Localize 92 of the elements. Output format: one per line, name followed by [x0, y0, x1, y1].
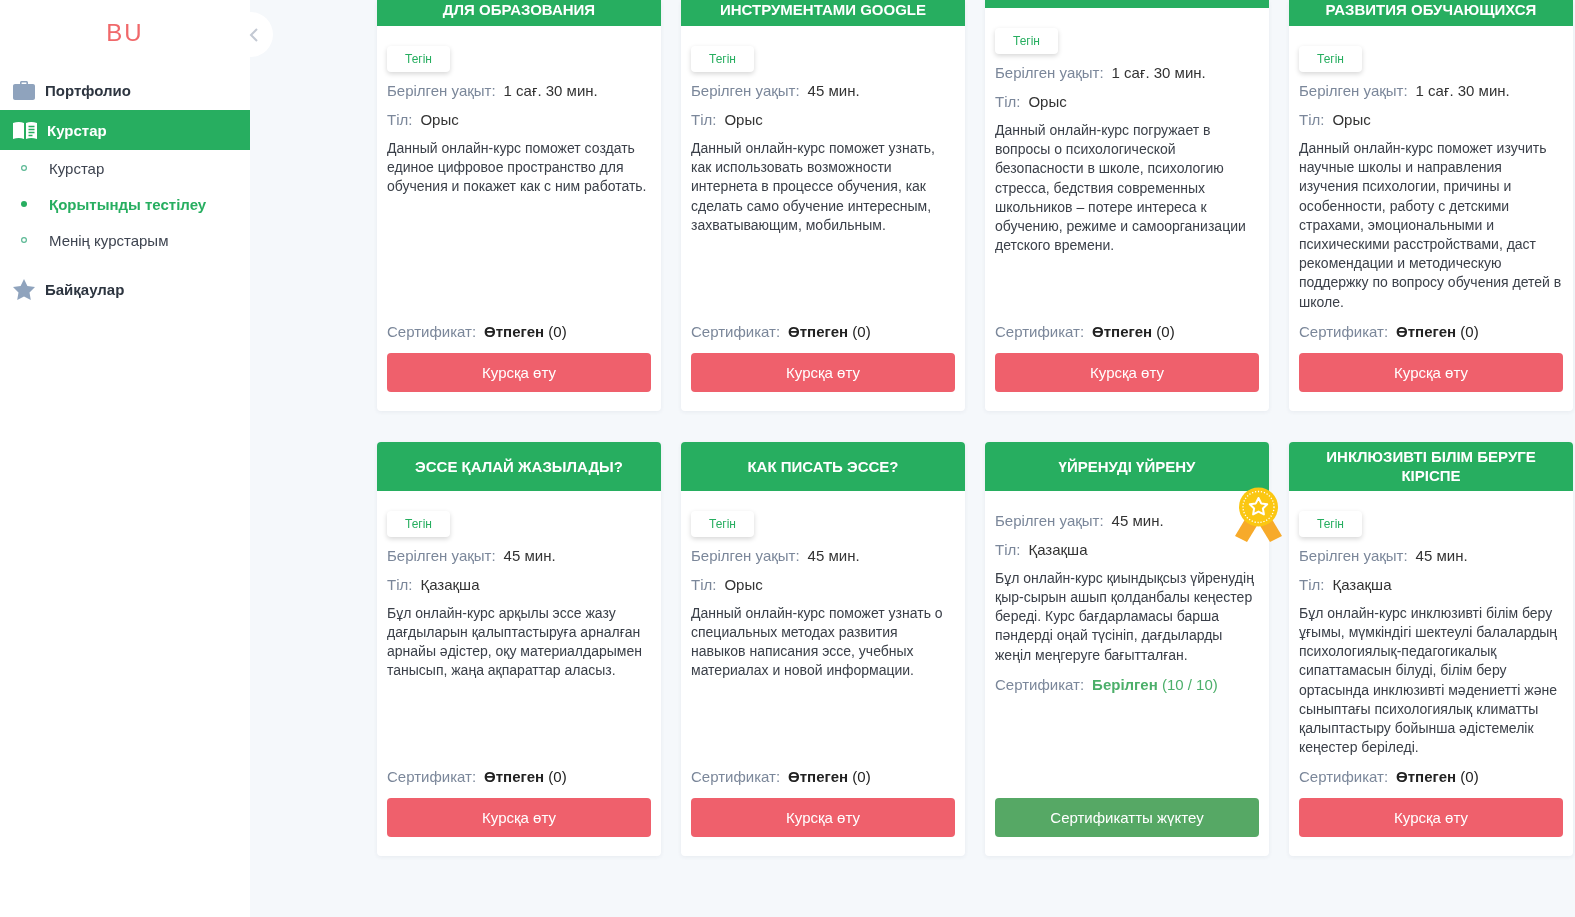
course-title: ЭССЕ ҚАЛАЙ ЖАЗЫЛАДЫ?: [415, 456, 623, 476]
ring-icon: [21, 237, 27, 243]
certificate-status: Өтпеген (0): [484, 321, 567, 342]
certificate-label: Сертификат:: [691, 767, 781, 788]
submenu-item[interactable]: Қорытынды тестілеу: [0, 186, 250, 222]
sidebar-item[interactable]: Байқаулар: [0, 269, 250, 309]
course-description: Данный онлайн-курс поможет изучить научные школы и направления изучения психологии, причины и особенности, работу с детскими страхами, эмоциональными и психическими расстройствами, даст рекомендации и методическую поддержку по вопросу обучения детей в школе.: [1299, 139, 1563, 312]
certificate-label: Сертификат:: [995, 674, 1085, 695]
price-tag: Тегін: [691, 510, 754, 537]
course-description: Данный онлайн-курс поможет создать единое цифровое пространство для обучения и покажет как с ним работать.: [387, 139, 648, 197]
certificate-status: Өтпеген (0): [1092, 321, 1175, 342]
duration-value: 45 мин.: [1415, 545, 1468, 566]
book-icon: [13, 121, 37, 139]
language-label: Тіл:: [1299, 110, 1325, 130]
price-tag: Тегін: [387, 510, 450, 537]
duration-value: 45 мин.: [1111, 510, 1164, 531]
duration-label: Берілген уақыт:: [387, 545, 496, 566]
language-value: Орыс: [724, 574, 763, 595]
download-certificate-button[interactable]: Сертификатты жүктеу: [995, 798, 1259, 838]
course-title: КАК ПИСАТЬ ЭССЕ?: [747, 456, 899, 476]
price-tag: Тегін: [387, 46, 450, 72]
briefcase-icon: [13, 80, 35, 100]
language-label: Тіл:: [387, 574, 413, 595]
go-to-course-button[interactable]: Курсқа өту: [995, 352, 1259, 392]
duration-value: 1 сағ. 30 мин.: [1111, 63, 1206, 83]
go-to-course-button[interactable]: Курсқа өту: [1299, 798, 1563, 838]
duration-label: Берілген уақыт:: [691, 81, 800, 101]
go-to-course-button[interactable]: Курсқа өту: [691, 352, 955, 392]
dot-icon: [21, 201, 27, 207]
certificate-status: Өтпеген (0): [484, 767, 567, 788]
certificate-label: Сертификат:: [995, 321, 1085, 342]
course-description: Бұл онлайн-курс инклюзивті білім беру ұғымы, мүмкіндігі шектеулі балалардың психологиялық-педагогикалық сипаттамасын білуді, білім беру ортасында инклюзивті мәдениетті және сыныптағы психологиялық климатты қалыптастыру бойынша әдістемелік кеңестер беріледі.: [1299, 603, 1559, 758]
price-tag: Тегін: [995, 28, 1058, 54]
duration-value: 1 сағ. 30 мин.: [503, 81, 598, 101]
language-label: Тіл:: [1299, 574, 1325, 595]
sidebar-item[interactable]: Портфолио: [0, 70, 250, 110]
language-label: Тіл:: [691, 110, 717, 130]
language-label: Тіл:: [995, 539, 1021, 560]
certificate-status: Өтпеген (0): [1396, 767, 1479, 788]
price-tag: Тегін: [1299, 510, 1362, 537]
course-description: Данный онлайн-курс поможет узнать о специальных методах развития навыков написания эссе, учебных материалах и новой информации.: [691, 603, 944, 681]
duration-label: Берілген уақыт:: [387, 81, 496, 101]
certificate-status: Өтпеген (0): [788, 321, 871, 342]
course-title: ИНКЛЮЗИВТІ БІЛІМ БЕРУГЕ КІРІСПЕ: [1325, 447, 1537, 486]
logo[interactable]: BU: [106, 21, 144, 45]
price-tag: Тегін: [1299, 46, 1362, 72]
language-label: Тіл:: [387, 110, 413, 130]
course-description: Данный онлайн-курс погружает в вопросы о психологической безопасности в школе, психологию стресса, бедствия современных школьников – потере интереса к обучению, режиме и самоорганизации детского времени.: [995, 121, 1247, 256]
sidebar-item[interactable]: Курстар: [0, 110, 250, 150]
price-tag: Тегін: [691, 46, 754, 72]
course-title: ДЛЯ ОБРАЗОВАНИЯ: [442, 0, 596, 19]
course-description: Данный онлайн-курс поможет узнать, как использовать возможности интернета в процессе обучения, как сделать само обучение интересным, захватывающим, мобильным.: [691, 139, 936, 235]
go-to-course-button[interactable]: Курсқа өту: [387, 798, 651, 838]
duration-value: 45 мин.: [807, 545, 860, 566]
course-title: ИНСТРУМЕНТАМИ GOOGLE: [719, 0, 926, 19]
language-value: Қазақша: [1332, 574, 1392, 595]
duration-value: 45 мин.: [503, 545, 556, 566]
ring-icon: [21, 165, 27, 171]
certificate-label: Сертификат:: [1299, 321, 1389, 342]
certificate-status: Берілген (10 / 10): [1092, 674, 1218, 695]
go-to-course-button[interactable]: Курсқа өту: [691, 798, 955, 838]
language-value: Қазақша: [420, 574, 480, 595]
go-to-course-button[interactable]: Курсқа өту: [387, 352, 651, 392]
duration-value: 1 сағ. 30 мин.: [1415, 81, 1510, 101]
star-icon: [13, 278, 35, 300]
certificate-label: Сертификат:: [387, 767, 477, 788]
course-title: РАЗВИТИЯ ОБУЧАЮЩИХСЯ: [1325, 0, 1537, 19]
duration-label: Берілген уақыт:: [1299, 81, 1408, 101]
submenu-item[interactable]: Менің курстарым: [0, 222, 250, 258]
language-label: Тіл:: [691, 574, 717, 595]
certificate-label: Сертификат:: [1299, 767, 1389, 788]
language-value: Орыс: [724, 110, 763, 130]
duration-value: 45 мин.: [807, 81, 860, 101]
submenu-item[interactable]: Курстар: [0, 150, 250, 186]
language-value: Орыс: [1028, 92, 1067, 112]
certificate-label: Сертификат:: [387, 321, 477, 342]
duration-label: Берілген уақыт:: [995, 63, 1104, 83]
language-value: Орыс: [420, 110, 459, 130]
course-description: Бұл онлайн-курс арқылы эссе жазу дағдыларын қалыптастыруға арналған арнайы әдістер, оқу материалдарымен танысып, жаңа ақпараттар аласыз.: [387, 603, 643, 681]
chevron-left-icon: [249, 27, 258, 42]
duration-label: Берілген уақыт:: [691, 545, 800, 566]
course-description: Бұл онлайн-курс қиындықсыз үйренудің қыр-сырын ашып қолданбалы кеңестер береді. Курс бағдарламасы барша пәндерді оңай түсініп, дағдыларды жеңіл меңгеруге бағытталған.: [995, 568, 1255, 665]
language-value: Орыс: [1332, 110, 1371, 130]
go-to-course-button[interactable]: Курсқа өту: [1299, 352, 1563, 392]
duration-label: Берілген уақыт:: [995, 510, 1104, 531]
certificate-status: Өтпеген (0): [1396, 321, 1479, 342]
course-title: ҮЙРЕНУДІ ҮЙРЕНУ: [1058, 456, 1196, 476]
certificate-label: Сертификат:: [691, 321, 781, 342]
language-value: Қазақша: [1028, 539, 1088, 560]
certificate-status: Өтпеген (0): [788, 767, 871, 788]
duration-label: Берілген уақыт:: [1299, 545, 1408, 566]
language-label: Тіл:: [995, 92, 1021, 112]
